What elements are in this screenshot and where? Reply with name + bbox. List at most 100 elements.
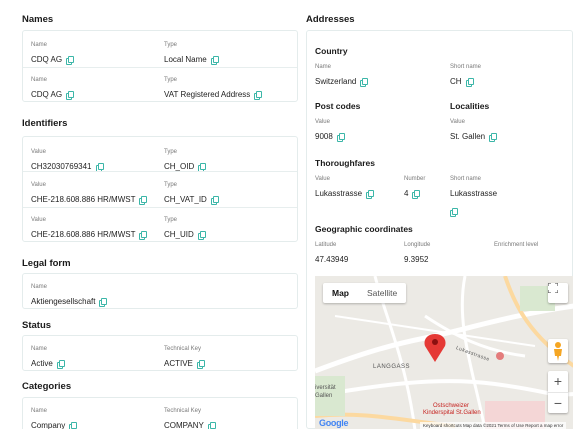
satellite-tab[interactable]: Satellite bbox=[358, 283, 406, 303]
map-attribution[interactable]: Keyboard shortcuts Map data ©2021 Terms … bbox=[420, 422, 567, 429]
copy-icon[interactable] bbox=[56, 360, 65, 369]
value-label: Value bbox=[315, 119, 330, 125]
country-short-value: CH bbox=[450, 77, 462, 86]
country-value: Switzerland bbox=[315, 77, 357, 86]
identifier-value: CHE-218.608.886 HR/MWST bbox=[31, 230, 136, 239]
copy-icon[interactable] bbox=[197, 231, 206, 240]
type-label: Type bbox=[164, 42, 178, 48]
status-value: Active bbox=[31, 359, 53, 368]
map-tab[interactable]: Map bbox=[323, 283, 358, 303]
copy-icon[interactable] bbox=[69, 422, 78, 429]
addresses-title: Addresses bbox=[306, 14, 355, 25]
value-label: Value bbox=[31, 149, 46, 155]
names-title: Names bbox=[22, 14, 54, 25]
fullscreen-button[interactable] bbox=[548, 283, 568, 303]
type-label: Type bbox=[164, 182, 178, 188]
technical-key-label: Technical Key bbox=[164, 408, 202, 414]
copy-icon[interactable] bbox=[66, 91, 75, 100]
type-value: CH_VAT_ID bbox=[164, 195, 207, 204]
names-row: Name CDQ AG Type VAT Registered Address bbox=[23, 67, 297, 103]
street-view-button[interactable] bbox=[548, 339, 568, 363]
google-logo: Google bbox=[319, 418, 349, 428]
type-label: Type bbox=[164, 149, 178, 155]
longitude-label: Longitude bbox=[404, 242, 431, 248]
latitude-value: 47.43949 bbox=[315, 255, 349, 264]
longitude-value: 9.3952 bbox=[404, 255, 429, 264]
type-value: CH_UID bbox=[164, 230, 194, 239]
hospital-label: Kinderspital St.Gallen bbox=[423, 410, 481, 416]
latitude-label: Latitude bbox=[315, 242, 337, 248]
copy-icon[interactable] bbox=[210, 56, 219, 65]
addresses-column: Addresses Country Name Switzerland Short… bbox=[298, 0, 573, 429]
value-label: Value bbox=[450, 119, 465, 125]
fullscreen-icon bbox=[548, 283, 558, 293]
zoom-out-button[interactable]: − bbox=[548, 392, 568, 413]
enrichment-level-label: Enrichment level bbox=[494, 242, 539, 248]
name-label: Name bbox=[31, 42, 48, 48]
names-row: Name CDQ AG Type Local Name bbox=[23, 31, 297, 67]
copy-icon[interactable] bbox=[366, 190, 375, 199]
details-column: Names Name CDQ AG Type Local Name Name C… bbox=[14, 0, 298, 429]
status-title: Status bbox=[22, 320, 52, 331]
short-name-label: Short name bbox=[450, 176, 482, 182]
copy-icon[interactable] bbox=[66, 56, 75, 65]
technical-key-label: Technical Key bbox=[164, 346, 202, 352]
name-label: Name bbox=[31, 284, 48, 290]
category-value: Company bbox=[31, 421, 66, 429]
place-universitat: iversität bbox=[315, 385, 336, 391]
name-value: CDQ AG bbox=[31, 90, 63, 99]
map-view[interactable]: Lukasstrasse LANGGASS iversität Gallen O… bbox=[315, 276, 573, 429]
number-label: Number bbox=[404, 176, 426, 182]
copy-icon[interactable] bbox=[99, 298, 108, 307]
name-value: CDQ AG bbox=[31, 55, 63, 64]
google-logo-text: Google bbox=[319, 418, 349, 428]
post-codes-title: Post codes bbox=[315, 101, 361, 111]
copy-icon[interactable] bbox=[95, 163, 104, 172]
copy-icon[interactable] bbox=[207, 422, 216, 429]
identifier-row: Value CHE-218.608.886 HR/MWST Type CH_VA… bbox=[23, 171, 297, 207]
number-value: 4 bbox=[404, 189, 409, 198]
copy-icon[interactable] bbox=[198, 163, 207, 172]
zoom-in-button[interactable]: + bbox=[548, 371, 568, 392]
name-label: Name bbox=[31, 346, 48, 352]
copy-icon[interactable] bbox=[139, 231, 148, 240]
copy-icon[interactable] bbox=[360, 78, 369, 87]
categories-card: Name Company Technical Key COMPANY bbox=[22, 397, 298, 429]
names-card: Name CDQ AG Type Local Name Name CDQ AG … bbox=[22, 30, 298, 102]
thoroughfare-short-value: Lukasstrasse bbox=[450, 189, 498, 198]
copy-icon[interactable] bbox=[336, 133, 345, 142]
copy-icon[interactable] bbox=[489, 133, 498, 142]
status-card: Name Active Technical Key ACTIVE bbox=[22, 335, 298, 371]
identifier-row: Value CH32030769341 Type CH_OID bbox=[23, 137, 297, 172]
place-langgass: LANGGASS bbox=[373, 364, 411, 370]
copy-icon[interactable] bbox=[465, 78, 474, 87]
place-gallen: Gallen bbox=[315, 393, 333, 399]
name-label: Name bbox=[31, 408, 48, 414]
type-value: Local Name bbox=[164, 55, 207, 64]
type-label: Type bbox=[164, 77, 178, 83]
identifiers-title: Identifiers bbox=[22, 118, 68, 129]
identifier-row: Value CHE-218.608.886 HR/MWST Type CH_UI… bbox=[23, 207, 297, 243]
thoroughfares-title: Thoroughfares bbox=[315, 158, 375, 168]
copy-icon[interactable] bbox=[196, 360, 205, 369]
pegman-icon bbox=[554, 342, 562, 361]
value-label: Value bbox=[31, 217, 46, 223]
name-label: Name bbox=[315, 64, 332, 70]
identifiers-card: Value CH32030769341 Type CH_OID Value CH… bbox=[22, 136, 298, 242]
legal-form-title: Legal form bbox=[22, 258, 71, 269]
copy-icon[interactable] bbox=[450, 208, 458, 217]
hospital-label: Ostschweizer bbox=[433, 403, 470, 409]
post-code-value: 9008 bbox=[315, 132, 333, 141]
technical-key-value: ACTIVE bbox=[164, 359, 193, 368]
copy-icon[interactable] bbox=[139, 196, 148, 205]
value-label: Value bbox=[315, 176, 330, 182]
country-title: Country bbox=[315, 46, 348, 56]
legal-form-card: Name Aktiengesellschaft bbox=[22, 273, 298, 309]
copy-icon[interactable] bbox=[254, 91, 263, 100]
thoroughfare-value: Lukasstrasse bbox=[315, 189, 363, 198]
type-value: VAT Registered Address bbox=[164, 90, 251, 99]
address-card: Country Name Switzerland Short name CH P… bbox=[306, 30, 573, 429]
locality-value: St. Gallen bbox=[450, 132, 486, 141]
copy-icon[interactable] bbox=[210, 196, 219, 205]
copy-icon[interactable] bbox=[412, 190, 421, 199]
